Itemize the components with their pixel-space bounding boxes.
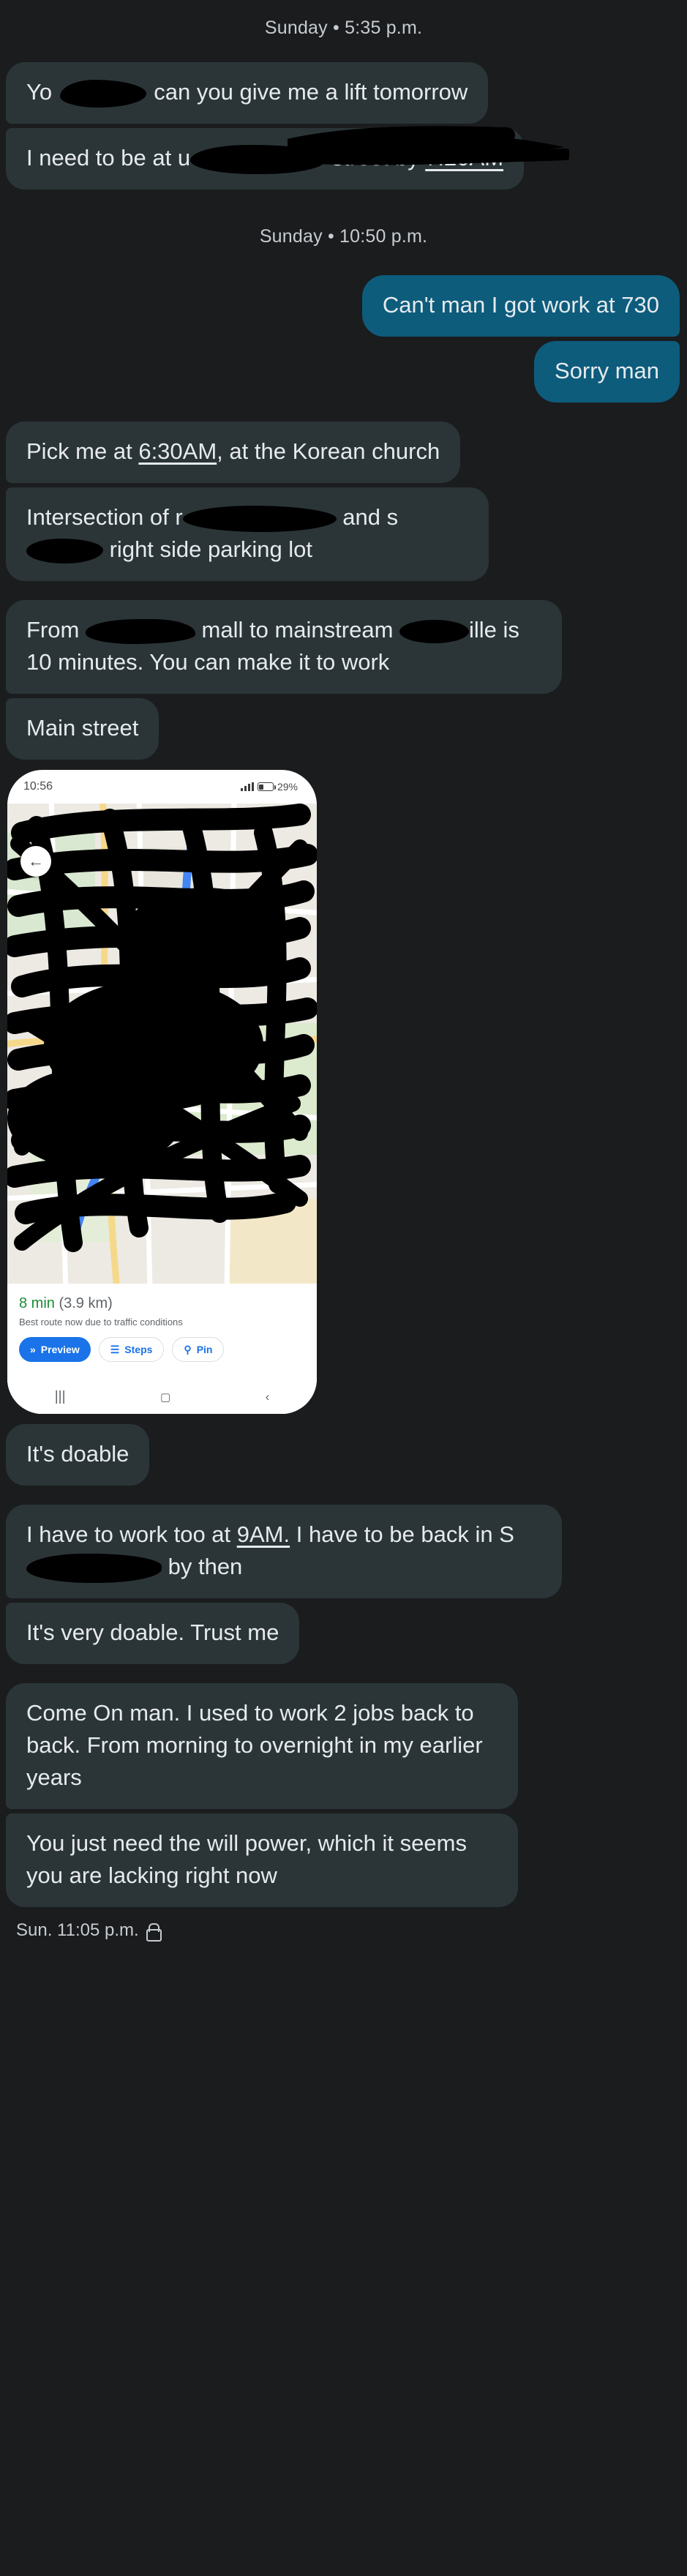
message-bubble-m10[interactable]: I have to work too at 9AM. I have to be … bbox=[6, 1505, 562, 1598]
message-row: I have to work too at 9AM. I have to be … bbox=[0, 1505, 687, 1598]
message-bubble-m3[interactable]: Can't man I got work at 730 bbox=[361, 275, 680, 337]
eta-line: 8 min (3.9 km) bbox=[19, 1294, 305, 1313]
bubble-gap bbox=[0, 760, 687, 770]
list-icon: ☰ bbox=[110, 1344, 120, 1355]
redaction-scribble bbox=[26, 538, 103, 564]
bubble-gap bbox=[0, 1486, 687, 1505]
eta-duration: 8 min bbox=[19, 1295, 55, 1311]
signal-icon bbox=[240, 782, 254, 791]
thread-footer: Sun. 11:05 p.m. bbox=[0, 1907, 687, 1951]
message-bubble-m4[interactable]: Sorry man bbox=[534, 341, 680, 402]
message-row: Intersection of r and s right side parki… bbox=[0, 487, 687, 581]
pin-icon: ⚲ bbox=[184, 1344, 192, 1355]
route-action-buttons: » Preview ☰ Steps ⚲ Pin bbox=[19, 1337, 305, 1362]
message-bubble-m12[interactable]: Come On man. I used to work 2 jobs back … bbox=[6, 1683, 518, 1809]
phone-status-bar: 10:56 29% bbox=[7, 770, 317, 804]
message-text-before: From bbox=[26, 617, 86, 643]
bubble-gap bbox=[0, 581, 687, 600]
message-bubble-m6[interactable]: Intersection of r and s right side parki… bbox=[6, 487, 489, 581]
home-icon[interactable]: ▢ bbox=[160, 1390, 170, 1404]
steps-button[interactable]: ☰ Steps bbox=[98, 1337, 165, 1362]
redaction-scribble bbox=[399, 619, 470, 643]
message-bubble-m1[interactable]: Yo can you give me a lift tomorrow bbox=[6, 62, 489, 124]
redaction-scribble bbox=[85, 618, 195, 644]
redaction-scribble bbox=[26, 1553, 162, 1583]
message-text-mid: mall to mainstream bbox=[195, 617, 400, 643]
message-text-after: , at the Korean church bbox=[217, 438, 440, 464]
message-text-after: street by bbox=[326, 145, 426, 171]
preview-button-label: Preview bbox=[40, 1344, 80, 1355]
message-text-after: I have to be back in S bbox=[290, 1521, 514, 1547]
time-link[interactable]: 9AM. bbox=[237, 1521, 290, 1547]
message-row: It's very doable. Trust me bbox=[0, 1603, 687, 1664]
map-graphics bbox=[7, 804, 317, 1284]
date-separator-second: Sunday • 10:50 p.m. bbox=[259, 226, 428, 247]
pin-button[interactable]: ⚲ Pin bbox=[172, 1337, 225, 1362]
battery-percent: 29% bbox=[277, 781, 298, 793]
message-thread: Sunday • 5:35 p.m. Yo can you give me a … bbox=[0, 0, 687, 1951]
message-text-tail: by then bbox=[162, 1554, 243, 1579]
date-separator-first: Sunday • 5:35 p.m. bbox=[264, 18, 423, 38]
bubble-gap bbox=[0, 1414, 687, 1424]
bubble-gap bbox=[0, 402, 687, 422]
double-chevron-icon: » bbox=[30, 1344, 36, 1355]
bubble-gap bbox=[0, 1664, 687, 1683]
message-text-mid: and s bbox=[336, 504, 399, 530]
lock-icon bbox=[146, 1922, 162, 1942]
recents-icon[interactable]: ||| bbox=[55, 1389, 66, 1405]
message-row: Pick me at 6:30AM, at the Korean church bbox=[0, 422, 687, 483]
message-row: I need to be at u street by 7:20AM bbox=[0, 126, 687, 190]
message-text-before: I need to be at u bbox=[26, 145, 191, 171]
preview-button[interactable]: » Preview bbox=[19, 1337, 91, 1362]
eta-note: Best route now due to traffic conditions bbox=[19, 1317, 183, 1328]
redaction-scribble bbox=[190, 144, 326, 174]
message-bubble-m5[interactable]: Pick me at 6:30AM, at the Korean church bbox=[6, 422, 461, 483]
message-row: You just need the will power, which it s… bbox=[0, 1813, 687, 1907]
eta-distance: (3.9 km) bbox=[59, 1295, 113, 1311]
status-indicators: 29% bbox=[240, 781, 298, 793]
map-canvas[interactable]: ← bbox=[7, 804, 317, 1284]
map-screenshot-attachment[interactable]: 10:56 29% ← 8 min (3.9 km) Best route no… bbox=[7, 770, 317, 1414]
back-icon[interactable]: ‹ bbox=[266, 1390, 270, 1404]
message-row: Sorry man bbox=[0, 341, 687, 402]
android-nav-bar: ||| ▢ ‹ bbox=[7, 1380, 317, 1414]
message-row: Come On man. I used to work 2 jobs back … bbox=[0, 1683, 687, 1809]
message-text-before: I have to work too at bbox=[26, 1521, 237, 1547]
message-bubble-m13[interactable]: You just need the will power, which it s… bbox=[6, 1813, 518, 1907]
message-bubble-m7[interactable]: From mall to mainstream ille is 10 minut… bbox=[6, 600, 562, 694]
time-link[interactable]: 6:30AM bbox=[138, 438, 217, 464]
message-row: Yo can you give me a lift tomorrow bbox=[0, 62, 687, 124]
map-attachment-row: 10:56 29% ← 8 min (3.9 km) Best route no… bbox=[0, 770, 687, 1414]
message-row: From mall to mainstream ille is 10 minut… bbox=[0, 600, 687, 694]
steps-button-label: Steps bbox=[124, 1344, 153, 1355]
message-row: Can't man I got work at 730 bbox=[0, 275, 687, 337]
message-text-before: Intersection of r bbox=[26, 504, 183, 530]
back-arrow-icon[interactable]: ← bbox=[20, 846, 51, 877]
status-clock: 10:56 bbox=[23, 780, 53, 793]
message-bubble-m9[interactable]: It's doable bbox=[6, 1424, 150, 1486]
message-row: Main street bbox=[0, 698, 687, 760]
pin-button-label: Pin bbox=[196, 1344, 213, 1355]
time-link[interactable]: 7:20AM bbox=[425, 145, 503, 171]
message-bubble-m11[interactable]: It's very doable. Trust me bbox=[6, 1603, 300, 1664]
message-text-before: Yo bbox=[26, 79, 59, 105]
redaction-scribble bbox=[59, 79, 146, 108]
message-bubble-m8[interactable]: Main street bbox=[6, 698, 159, 760]
redaction-scribble bbox=[182, 505, 337, 532]
footer-timestamp: Sun. 11:05 p.m. bbox=[16, 1920, 139, 1940]
message-row: It's doable bbox=[0, 1424, 687, 1486]
battery-icon bbox=[257, 782, 276, 791]
message-bubble-m2[interactable]: I need to be at u street by 7:20AM bbox=[6, 126, 569, 190]
message-text-after: right side parking lot bbox=[103, 536, 313, 562]
message-text-before: Pick me at bbox=[26, 438, 139, 464]
message-text-after: can you give me a lift tomorrow bbox=[147, 79, 468, 105]
